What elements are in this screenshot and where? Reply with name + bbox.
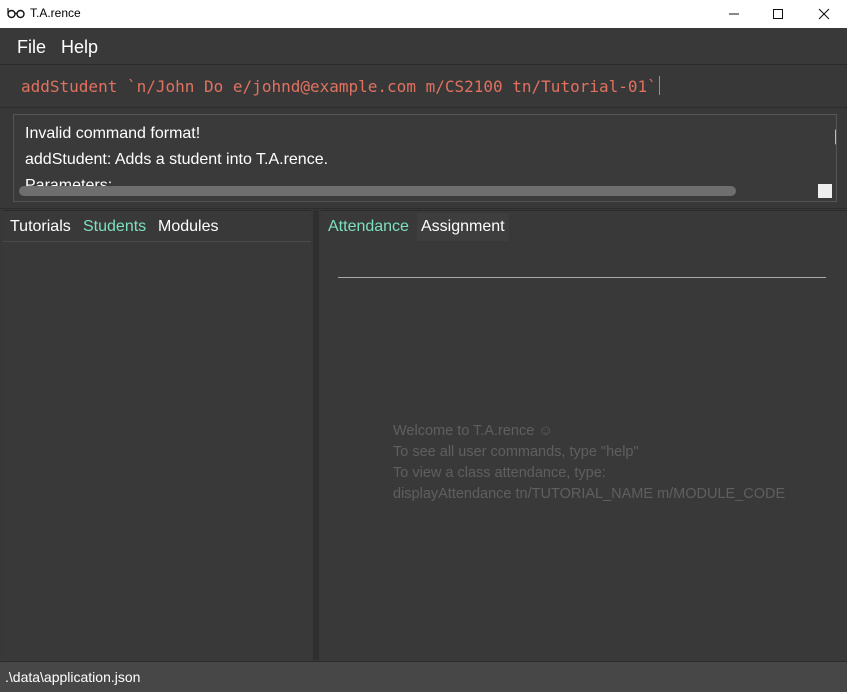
command-text: addStudent `n/John Do e/johnd@example.co… — [21, 77, 657, 96]
close-button[interactable] — [801, 0, 847, 28]
window-title: T.A.rence — [30, 6, 81, 20]
welcome-line: To see all user commands, type "help" — [393, 444, 639, 460]
command-box[interactable]: addStudent `n/John Do e/johnd@example.co… — [0, 65, 847, 108]
vertical-scrollbar[interactable] — [835, 129, 836, 145]
tab-attendance[interactable]: Attendance — [324, 213, 413, 241]
split-pane-divider[interactable] — [313, 210, 319, 660]
welcome-line: To view a class attendance, type: — [393, 465, 606, 481]
menu-bar: File Help — [0, 29, 847, 65]
minimize-button[interactable] — [711, 0, 757, 28]
command-input[interactable]: addStudent `n/John Do e/johnd@example.co… — [21, 76, 660, 96]
tab-modules[interactable]: Modules — [154, 213, 222, 241]
result-line: Invalid command format! — [25, 125, 201, 142]
text-caret — [658, 76, 660, 95]
app-window: T.A.rence File Help addStudent `n/John D… — [0, 0, 847, 692]
tab-assignment[interactable]: Assignment — [417, 213, 509, 241]
glasses-icon — [7, 8, 25, 19]
horizontal-scrollbar[interactable] — [19, 186, 736, 196]
save-location: .\data\application.json — [5, 669, 141, 685]
list-tab-bar: Tutorials Students Modules — [3, 211, 311, 242]
scrollbar-corner — [818, 184, 832, 198]
separator-line — [338, 277, 826, 278]
maximize-button[interactable] — [755, 0, 801, 28]
tab-tutorials[interactable]: Tutorials — [6, 213, 75, 241]
close-icon — [818, 8, 830, 20]
menu-help[interactable]: Help — [61, 37, 98, 58]
list-panel: Tutorials Students Modules — [3, 210, 311, 661]
detail-panel: Attendance Assignment Welcome to T.A.ren… — [321, 210, 847, 661]
welcome-line: displayAttendance tn/TUTORIAL_NAME m/MOD… — [393, 486, 786, 502]
minimize-icon — [729, 13, 739, 15]
welcome-line: Welcome to T.A.rence ☺ — [393, 423, 554, 439]
maximize-icon — [773, 9, 783, 19]
title-bar[interactable]: T.A.rence — [0, 0, 847, 28]
status-bar: .\data\application.json — [0, 661, 847, 692]
welcome-message: Welcome to T.A.rence ☺ To see all user c… — [393, 421, 785, 505]
tab-students[interactable]: Students — [79, 213, 150, 241]
result-line: addStudent: Adds a student into T.A.renc… — [25, 151, 329, 168]
menu-file[interactable]: File — [17, 37, 46, 58]
